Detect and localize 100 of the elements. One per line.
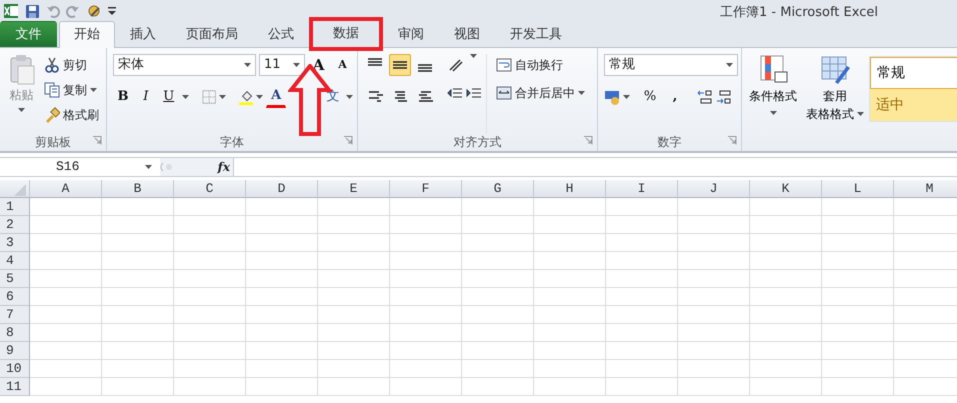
sheet-cell[interactable] <box>606 216 678 234</box>
sheet-cell[interactable] <box>390 378 462 396</box>
sheet-cell[interactable] <box>678 198 750 216</box>
name-box[interactable]: S16 <box>0 158 160 176</box>
sheet-cell[interactable] <box>534 252 606 270</box>
sheet-cell[interactable] <box>390 306 462 324</box>
sheet-cell[interactable] <box>462 306 534 324</box>
sheet-cell[interactable] <box>174 360 246 378</box>
sheet-cell[interactable] <box>102 216 174 234</box>
sheet-cell[interactable] <box>102 252 174 270</box>
sheet-cell[interactable] <box>534 360 606 378</box>
sheet-cell[interactable] <box>822 270 894 288</box>
sheet-cell[interactable] <box>246 216 318 234</box>
sheet-cell[interactable] <box>822 234 894 252</box>
sheet-cell[interactable] <box>462 378 534 396</box>
caret-icon[interactable] <box>470 54 477 59</box>
sheet-cell[interactable] <box>390 270 462 288</box>
caret-icon[interactable] <box>256 94 264 100</box>
sheet-cell[interactable] <box>246 324 318 342</box>
sheet-cell[interactable] <box>534 342 606 360</box>
decrease-decimal-icon[interactable] <box>697 89 713 105</box>
sheet-cell[interactable] <box>822 342 894 360</box>
sheet-cell[interactable] <box>102 234 174 252</box>
sheet-cell[interactable] <box>174 324 246 342</box>
row-header[interactable]: 8 <box>0 324 30 342</box>
caret-icon[interactable] <box>623 94 630 100</box>
cell-style-item[interactable]: 常规 <box>870 57 957 89</box>
sheet-cell[interactable] <box>30 234 102 252</box>
sheet-cell[interactable] <box>534 216 606 234</box>
sheet-cell[interactable] <box>822 378 894 396</box>
dialog-launcher-icon[interactable] <box>728 136 737 145</box>
ribbon-tab[interactable]: 视图 <box>439 21 495 47</box>
copy-button[interactable]: 复制 <box>41 79 102 101</box>
sheet-cell[interactable] <box>318 252 390 270</box>
align-button[interactable] <box>389 54 411 76</box>
row-header[interactable]: 7 <box>0 306 30 324</box>
column-header[interactable]: L <box>822 180 894 198</box>
row-header[interactable]: 3 <box>0 234 30 252</box>
increase-decimal-icon[interactable] <box>716 89 732 105</box>
sheet-cell[interactable] <box>750 234 822 252</box>
sheet-cell[interactable] <box>606 324 678 342</box>
file-tab[interactable]: 文件 <box>0 21 57 47</box>
sheet-cell[interactable] <box>246 198 318 216</box>
shrink-font-button[interactable]: A <box>332 54 353 76</box>
conditional-format-button[interactable]: 条件格式 <box>745 54 801 116</box>
sheet-cell[interactable] <box>390 342 462 360</box>
sheet-cell[interactable] <box>246 306 318 324</box>
sheet-cell[interactable] <box>462 234 534 252</box>
caret-icon[interactable] <box>293 62 300 68</box>
sheet-cell[interactable] <box>246 360 318 378</box>
caret-icon[interactable] <box>857 112 864 116</box>
sheet-cell[interactable] <box>750 270 822 288</box>
sheet-cell[interactable] <box>30 252 102 270</box>
sheet-cell[interactable] <box>750 378 822 396</box>
sheet-cell[interactable] <box>318 306 390 324</box>
underline-button[interactable]: U <box>158 86 179 108</box>
sheet-cell[interactable] <box>678 288 750 306</box>
sheet-cell[interactable] <box>462 216 534 234</box>
wrap-text-button[interactable]: 自动换行 <box>493 54 588 76</box>
sheet-cell[interactable] <box>534 288 606 306</box>
sheet-cell[interactable] <box>246 342 318 360</box>
sheet-cell[interactable] <box>462 342 534 360</box>
column-header[interactable]: H <box>534 180 606 198</box>
sheet-cell[interactable] <box>462 198 534 216</box>
sheet-cell[interactable] <box>462 360 534 378</box>
table-format-button[interactable]: 套用 表格格式 <box>804 54 866 123</box>
sheet-cell[interactable] <box>102 360 174 378</box>
sheet-cell[interactable] <box>606 252 678 270</box>
sheet-cell[interactable] <box>246 252 318 270</box>
caret-icon[interactable] <box>770 111 776 116</box>
redo-icon[interactable] <box>66 4 80 18</box>
sheet-cell[interactable] <box>750 198 822 216</box>
sheet-cell[interactable] <box>102 270 174 288</box>
sheet-cell[interactable] <box>462 324 534 342</box>
sheet-cell[interactable] <box>822 324 894 342</box>
sheet-cell[interactable] <box>102 306 174 324</box>
font-name-field[interactable]: 宋体 <box>113 54 256 76</box>
row-header[interactable]: 2 <box>0 216 30 234</box>
sheet-cell[interactable] <box>174 378 246 396</box>
sheet-cell[interactable] <box>534 270 606 288</box>
excel-logo-icon[interactable] <box>3 3 19 19</box>
sheet-cell[interactable] <box>102 324 174 342</box>
column-header[interactable]: B <box>102 180 174 198</box>
undo-icon[interactable] <box>46 4 60 18</box>
sheet-cell[interactable] <box>606 270 678 288</box>
sheet-cell[interactable] <box>390 216 462 234</box>
sheet-cell[interactable] <box>822 252 894 270</box>
sheet-cell[interactable] <box>822 198 894 216</box>
sheet-cell[interactable] <box>462 288 534 306</box>
row-header[interactable]: 11 <box>0 378 30 396</box>
sheet-cell[interactable] <box>678 378 750 396</box>
sheet-cell[interactable] <box>678 360 750 378</box>
sheet-cell[interactable] <box>30 270 102 288</box>
ribbon-tab[interactable]: 插入 <box>115 21 171 47</box>
sheet-cell[interactable] <box>30 378 102 396</box>
italic-button[interactable]: I <box>136 86 156 108</box>
sheet-cell[interactable] <box>390 234 462 252</box>
sheet-cell[interactable] <box>822 360 894 378</box>
column-header[interactable]: D <box>246 180 318 198</box>
ribbon-tab[interactable]: 公式 <box>253 21 309 47</box>
